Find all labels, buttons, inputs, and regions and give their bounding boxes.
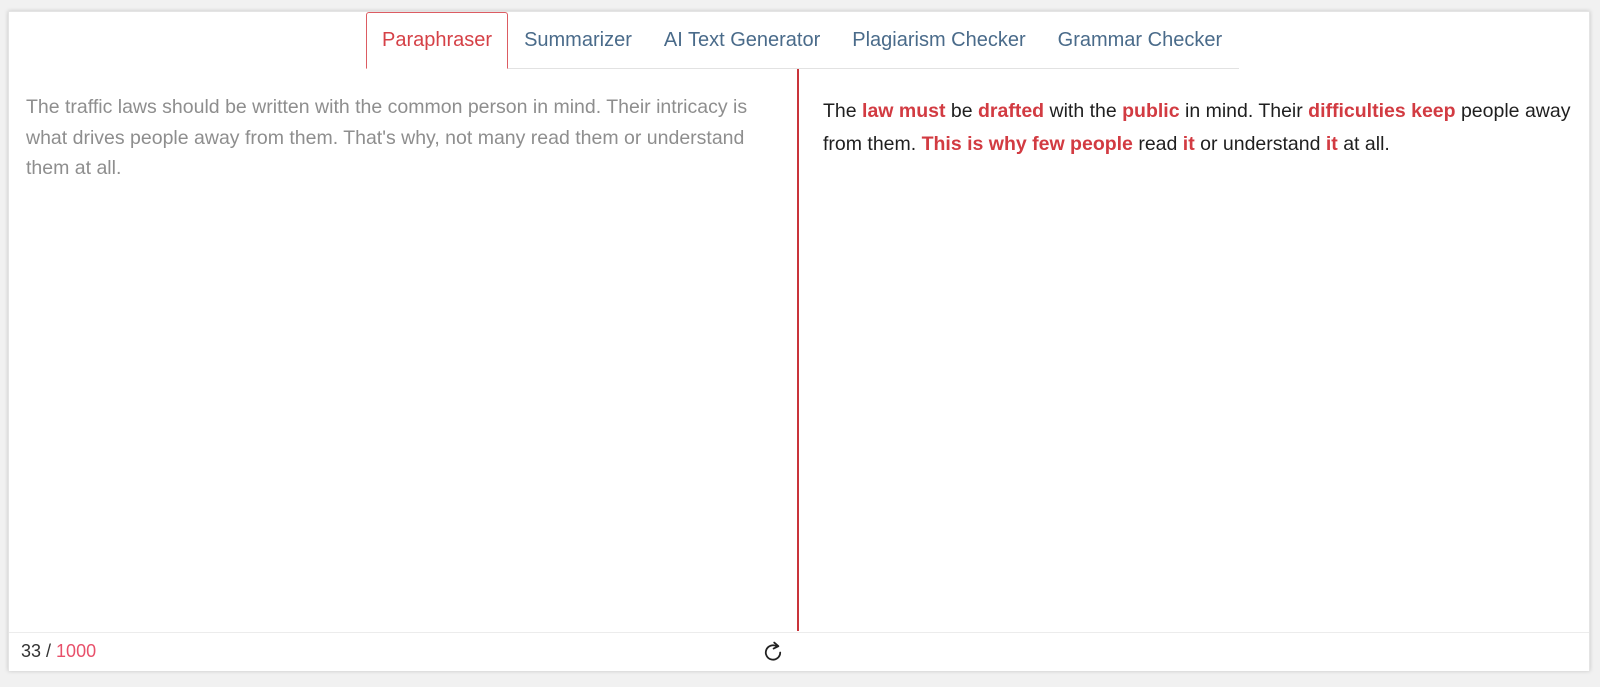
footer-bar: 33 / 1000 [9, 632, 1589, 671]
changed-phrase[interactable]: law must [862, 100, 945, 122]
changed-phrase[interactable]: difficulties keep [1308, 100, 1455, 122]
refresh-icon[interactable] [761, 640, 785, 664]
output-segment: in mind. Their [1179, 100, 1309, 122]
input-pane: The traffic laws should be written with … [9, 69, 797, 631]
output-text: The law must be drafted with the public … [823, 95, 1571, 161]
tab-paraphraser[interactable]: Paraphraser [366, 12, 509, 69]
tab-ai-text-generator[interactable]: AI Text Generator [648, 12, 836, 68]
output-segment: be [945, 100, 978, 122]
word-counter: 33 / 1000 [21, 633, 96, 671]
paraphraser-card: Paraphraser Summarizer AI Text Generator… [8, 11, 1590, 671]
tab-plagiarism-checker[interactable]: Plagiarism Checker [836, 12, 1041, 68]
word-count: 33 [21, 641, 42, 661]
output-segment: with the [1044, 100, 1123, 122]
changed-phrase[interactable]: drafted [978, 100, 1044, 122]
changed-phrase[interactable]: public [1122, 100, 1179, 122]
word-limit: 1000 [56, 641, 97, 661]
tab-summarizer[interactable]: Summarizer [508, 12, 648, 68]
tab-grammar-checker[interactable]: Grammar Checker [1042, 12, 1238, 68]
output-segment: read [1132, 133, 1183, 155]
changed-phrase[interactable]: it [1183, 133, 1195, 155]
output-pane: The law must be drafted with the public … [799, 69, 1589, 631]
changed-phrase[interactable]: it [1326, 133, 1338, 155]
output-segment: or understand [1194, 133, 1326, 155]
tool-tabs: Paraphraser Summarizer AI Text Generator… [366, 12, 1239, 69]
counter-separator: / [41, 641, 57, 661]
output-segment: at all. [1337, 133, 1390, 155]
input-textarea[interactable]: The traffic laws should be written with … [26, 92, 780, 631]
output-segment: The [823, 100, 863, 122]
changed-phrase[interactable]: This is why few people [922, 133, 1133, 155]
